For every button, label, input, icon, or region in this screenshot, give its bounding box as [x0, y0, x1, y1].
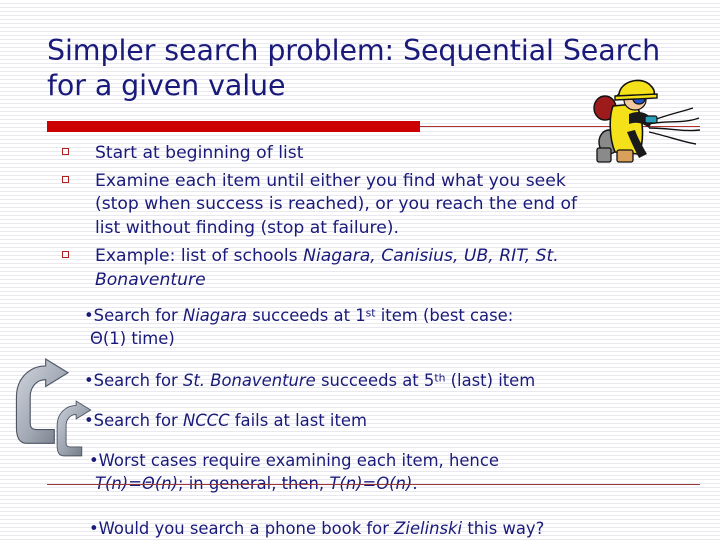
subbullet-1-text-b: succeeds at 1	[247, 306, 366, 325]
subbullet-4-text-a: Worst cases require examining each item,…	[98, 451, 499, 470]
square-bullet-icon	[62, 175, 69, 183]
square-bullet-icon	[62, 251, 69, 258]
bullet-item-1: Start at beginning of list	[0, 142, 720, 166]
bullet-1-text: Start at beginning of list	[95, 143, 304, 163]
round-bullet-icon: •	[89, 519, 99, 538]
subbullet-3-text-b: fails at last item	[229, 411, 367, 430]
slide-canvas: Simpler search problem: Sequential Searc…	[0, 0, 720, 540]
subbullet-1-term: Niagara	[182, 306, 248, 325]
bullet-2-line-2: (stop when success is reached), or you r…	[95, 194, 578, 214]
bullet-item-2: Examine each item until either you find …	[0, 170, 720, 241]
subbullet-2-ordinal-suffix: th	[434, 371, 446, 385]
subbullet-5-text-a: Would you search a phone book for	[98, 519, 395, 538]
bullet-2-line-3: list without finding (stop at failure).	[95, 217, 399, 238]
subbullet-5-text-b: this way?	[462, 519, 545, 538]
square-bullet-icon	[62, 148, 69, 155]
bullet-3-school-list-line-2: Bonaventure	[95, 269, 206, 290]
subbullet-1-ordinal-suffix: st	[365, 306, 376, 320]
bullet-3-prefix: Example: list of schools	[95, 246, 304, 266]
slide-body: Start at beginning of list Examine each …	[0, 142, 720, 540]
subbullet-1-text-a: Search for	[93, 306, 183, 325]
bullet-2-line-1: Examine each item until either you find …	[95, 170, 566, 191]
subbullet-5-term: Zielinski	[394, 519, 463, 538]
bullet-item-3: Example: list of schools Niagara, Canisi…	[0, 245, 720, 292]
subbullet-1-text-c: item (best case:	[375, 306, 514, 325]
round-bullet-icon: •	[84, 306, 94, 325]
subbullet-3-term: NCCC	[182, 411, 230, 430]
subbullet-2-text-c: (last) item	[445, 371, 536, 390]
subbullet-item-5: •Would you search a phone book for Zieli…	[0, 517, 720, 540]
title-rule-thick	[47, 121, 420, 132]
subbullet-item-1: •Search for Niagara succeeds at 1st item…	[0, 304, 720, 350]
subbullet-2-text-b: succeeds at 5	[315, 371, 435, 390]
subbullet-2-term: St. Bonaventure	[182, 371, 316, 390]
subbullet-1-line-2: Θ(1) time)	[90, 329, 175, 348]
bottom-rule	[47, 484, 700, 485]
bullet-3-school-list-line-1: Niagara, Canisius, UB, RIT, St.	[303, 246, 559, 266]
curved-arrows-icon	[14, 357, 110, 464]
